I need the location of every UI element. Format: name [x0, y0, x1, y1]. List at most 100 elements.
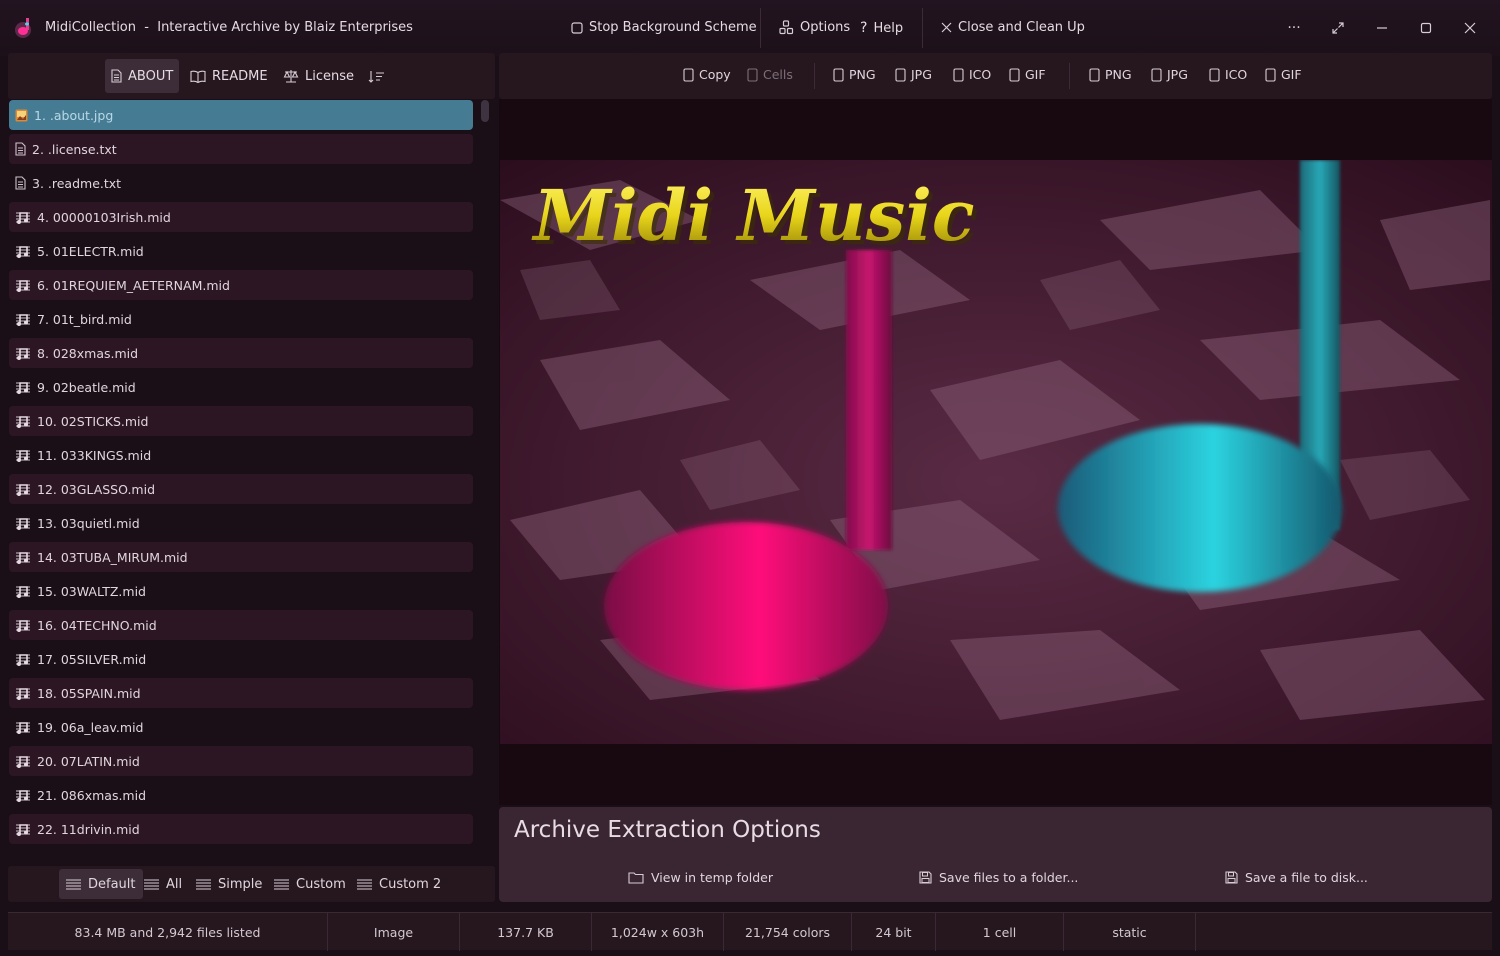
save-disk-button[interactable]: Save a file to disk...	[1225, 870, 1368, 885]
export-jpg-button[interactable]: JPG	[895, 67, 932, 82]
file-list-item[interactable]: 16. 04TECHNO.mid	[9, 610, 473, 640]
export-gif-button[interactable]: GIF	[1009, 67, 1046, 82]
file-list-item[interactable]: 15. 03WALTZ.mid	[9, 576, 473, 606]
save-folder-button[interactable]: Save files to a folder...	[919, 870, 1078, 885]
export-format-label: ICO	[1225, 67, 1248, 82]
file-name: 22. 11drivin.mid	[37, 821, 140, 837]
midi-file-icon	[15, 653, 31, 666]
file-list-item[interactable]: 3. .readme.txt	[9, 168, 473, 198]
title-divider	[760, 8, 761, 48]
tab-about[interactable]: ABOUT	[105, 59, 179, 93]
file-list-item[interactable]: 11. 033KINGS.mid	[9, 440, 473, 470]
file-list-item[interactable]: 8. 028xmas.mid	[9, 338, 473, 368]
document-icon	[111, 69, 122, 83]
file-list-item[interactable]: 22. 11drivin.mid	[9, 814, 473, 844]
maximize-icon[interactable]	[1416, 17, 1436, 39]
status-depth: 24 bit	[852, 913, 936, 951]
cells-label: Cells	[763, 67, 793, 82]
view-mode-custom[interactable]: Custom	[267, 869, 353, 899]
sort-button[interactable]	[362, 59, 391, 93]
text-file-icon	[15, 142, 26, 156]
file-name: 20. 07LATIN.mid	[37, 753, 140, 769]
export-group-2: PNG JPG ICO GIF	[1089, 53, 1329, 99]
banner-text: Midi Music Midi Music	[532, 174, 979, 261]
tab-readme[interactable]: README	[184, 59, 274, 93]
copy-button[interactable]: Copy	[683, 67, 731, 82]
file-list-item[interactable]: 14. 03TUBA_MIRUM.mid	[9, 542, 473, 572]
lines-icon	[144, 878, 159, 890]
copy-icon	[953, 67, 964, 82]
export-format-label: JPG	[1167, 67, 1188, 82]
file-list-item[interactable]: 9. 02beatle.mid	[9, 372, 473, 402]
tab-license[interactable]: License	[277, 59, 360, 93]
export-format-label: GIF	[1025, 67, 1046, 82]
file-list-item[interactable]: 2. .license.txt	[9, 134, 473, 164]
export-ico-button[interactable]: ICO	[1209, 67, 1247, 82]
stop-background-button[interactable]: Stop Background Scheme	[571, 20, 757, 35]
fullscreen-icon[interactable]	[1328, 17, 1348, 39]
file-list-item[interactable]: 6. 01REQUIEM_AETERNAM.mid	[9, 270, 473, 300]
status-cells: 1 cell	[936, 913, 1064, 951]
view-mode-simple[interactable]: Simple	[189, 869, 269, 899]
checkbox-icon	[571, 21, 583, 34]
export-format-label: GIF	[1281, 67, 1302, 82]
file-list-item[interactable]: 1. .about.jpg	[9, 100, 473, 130]
status-bar: 83.4 MB and 2,942 files listed Image 137…	[8, 912, 1492, 951]
copy-label: Copy	[699, 67, 731, 82]
file-name: 17. 05SILVER.mid	[37, 651, 147, 667]
file-list-item[interactable]: 12. 03GLASSO.mid	[9, 474, 473, 504]
copy-icon	[1089, 67, 1100, 82]
file-list-item[interactable]: 20. 07LATIN.mid	[9, 746, 473, 776]
file-list-item[interactable]: 21. 086xmas.mid	[9, 780, 473, 810]
midi-file-icon	[15, 789, 31, 802]
view-mode-default[interactable]: Default	[59, 869, 143, 899]
toolbar-divider	[814, 63, 815, 89]
close-clean-button[interactable]: Close and Clean Up	[941, 20, 1085, 35]
status-summary: 83.4 MB and 2,942 files listed	[8, 913, 328, 951]
floppy-icon	[1225, 871, 1238, 884]
options-button[interactable]: Options	[779, 20, 850, 35]
export-ico-button[interactable]: ICO	[953, 67, 991, 82]
midi-file-icon	[15, 347, 31, 360]
view-mode-all[interactable]: All	[137, 869, 189, 899]
file-list-item[interactable]: 17. 05SILVER.mid	[9, 644, 473, 674]
file-name: 11. 033KINGS.mid	[37, 447, 152, 463]
export-png-button[interactable]: PNG	[833, 67, 876, 82]
folder-icon	[628, 871, 644, 884]
copy-icon	[747, 67, 758, 82]
lines-icon	[357, 878, 372, 890]
close-window-icon[interactable]	[1460, 17, 1480, 39]
help-button[interactable]: ? Help	[860, 20, 903, 36]
file-list-item[interactable]: 18. 05SPAIN.mid	[9, 678, 473, 708]
export-gif-button[interactable]: GIF	[1265, 67, 1302, 82]
file-list-item[interactable]: 13. 03quietl.mid	[9, 508, 473, 538]
file-list-item[interactable]: 5. 01ELECTR.mid	[9, 236, 473, 266]
close-clean-label: Close and Clean Up	[958, 20, 1085, 35]
file-list-item[interactable]: 4. 00000103Irish.mid	[9, 202, 473, 232]
export-png-button[interactable]: PNG	[1089, 67, 1132, 82]
view-temp-label: View in temp folder	[651, 870, 773, 885]
view-temp-folder-button[interactable]: View in temp folder	[628, 870, 773, 885]
export-jpg-button[interactable]: JPG	[1151, 67, 1188, 82]
file-name: 10. 02STICKS.mid	[37, 413, 149, 429]
image-file-icon	[15, 109, 28, 122]
file-list-item[interactable]: 10. 02STICKS.mid	[9, 406, 473, 436]
question-icon: ?	[860, 20, 868, 36]
file-list-scrollbar[interactable]	[481, 100, 489, 122]
midi-file-icon	[15, 381, 31, 394]
more-icon[interactable]: ···	[1284, 17, 1304, 39]
file-name: 16. 04TECHNO.mid	[37, 617, 157, 633]
file-name: 13. 03quietl.mid	[37, 515, 140, 531]
file-list-item[interactable]: 7. 01t_bird.mid	[9, 304, 473, 334]
minimize-icon[interactable]	[1372, 17, 1392, 39]
midi-file-icon	[15, 687, 31, 700]
file-list[interactable]: 1. .about.jpg 2. .license.txt 3. .readme.t…	[8, 99, 474, 861]
file-list-item[interactable]: 19. 06a_leav.mid	[9, 712, 473, 742]
cells-button[interactable]: Cells	[747, 67, 793, 82]
midi-file-icon	[15, 517, 31, 530]
close-x-icon	[941, 22, 952, 33]
extraction-panel: Archive Extraction Options View in temp …	[499, 807, 1492, 902]
view-mode-custom2[interactable]: Custom 2	[350, 869, 448, 899]
view-mode-default-label: Default	[88, 876, 136, 892]
copy-icon	[683, 67, 694, 82]
